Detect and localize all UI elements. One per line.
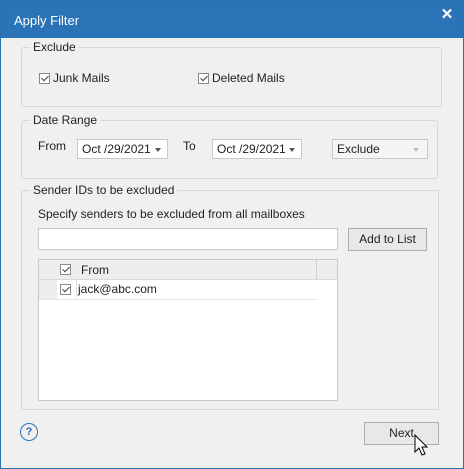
from-column-header[interactable]: From [81,263,109,277]
deleted-mails-label: Deleted Mails [212,71,285,85]
to-date-picker[interactable]: Oct /29/2021 [212,139,302,159]
dialog-title: Apply Filter [14,13,80,28]
row-gutter [39,280,57,299]
help-icon[interactable]: ? [20,423,38,441]
to-date-value: Oct /29/2021 [217,142,286,156]
range-mode-select[interactable]: Exclude [332,139,428,159]
from-label: From [38,139,66,153]
sender-instructions: Specify senders to be excluded from all … [38,207,305,221]
from-date-value: Oct /29/2021 [82,142,151,156]
list-row[interactable]: jack@abc.com [39,280,318,300]
junk-mails-check-icon[interactable] [39,72,50,84]
next-button-label: Next [389,426,414,440]
title-bar[interactable]: Apply Filter ✕ [1,1,463,38]
exclude-group: Exclude Junk Mails Deleted Mails [21,40,442,107]
range-mode-value: Exclude [337,142,380,156]
junk-mails-checkbox[interactable]: Junk Mails [39,71,110,85]
sender-ids-group: Sender IDs to be excluded Specify sender… [21,183,439,410]
mouse-cursor-icon [414,434,429,456]
chevron-down-icon [155,148,161,152]
chevron-down-icon [413,148,419,152]
sender-email-input[interactable] [38,228,338,250]
sender-ids-legend: Sender IDs to be excluded [30,183,178,197]
date-range-group: Date Range From Oct /29/2021 To Oct /29/… [21,113,438,179]
date-range-legend: Date Range [30,113,101,127]
row-email: jack@abc.com [78,282,157,296]
close-icon[interactable]: ✕ [435,4,459,26]
list-header: From [39,260,337,280]
junk-mails-label: Junk Mails [53,71,110,85]
column-divider [316,260,317,279]
deleted-mails-checkbox[interactable]: Deleted Mails [198,71,285,85]
exclude-legend: Exclude [30,40,79,54]
chevron-down-icon [289,148,295,152]
sender-list[interactable]: From jack@abc.com [38,259,338,401]
add-to-list-button[interactable]: Add to List [348,228,427,251]
from-date-picker[interactable]: Oct /29/2021 [77,139,168,159]
row-checkbox[interactable] [60,284,71,295]
apply-filter-dialog: Apply Filter ✕ Exclude Junk Mails Delete… [0,0,464,469]
to-label: To [183,139,196,153]
row-divider [76,280,77,299]
select-all-checkbox[interactable] [60,264,71,275]
deleted-mails-check-icon[interactable] [198,72,209,84]
